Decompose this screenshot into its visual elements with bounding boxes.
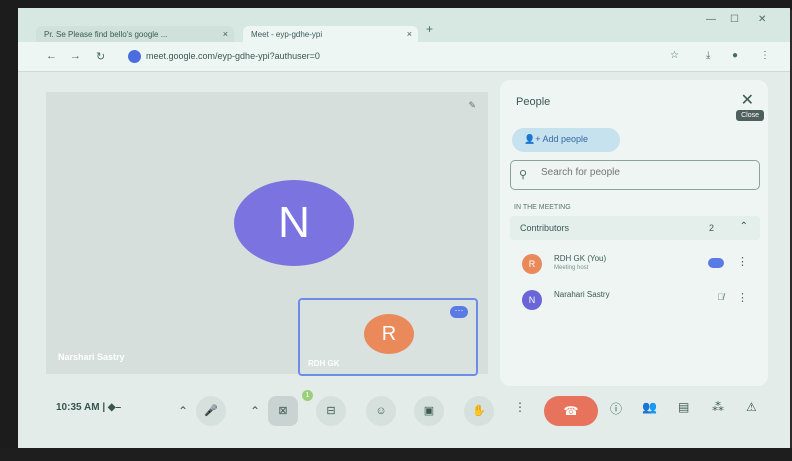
meeting-code-icon: ◆– xyxy=(107,402,122,413)
chevron-up-icon[interactable]: ⌃ xyxy=(740,221,748,232)
present-screen-icon: ▣ xyxy=(423,405,435,417)
captions-button[interactable]: ⊟ xyxy=(316,396,346,426)
forward-icon[interactable]: → xyxy=(70,50,81,62)
browser-window: Pr. Se Please find bello's google ... × … xyxy=(18,8,790,448)
site-info-icon[interactable] xyxy=(128,50,141,63)
contributors-count: 2 xyxy=(708,223,714,233)
person-role: Meeting host xyxy=(554,265,589,271)
camera-off-icon: ⊠ xyxy=(278,405,288,417)
chevron-up-icon[interactable]: ⌃ xyxy=(178,404,188,418)
close-tooltip: Close xyxy=(736,110,764,121)
info-icon[interactable]: ⓘ xyxy=(610,400,622,417)
chevron-up-icon[interactable]: ⌃ xyxy=(250,404,260,418)
search-input[interactable] xyxy=(541,167,741,178)
raise-hand-button[interactable]: ✋ xyxy=(464,396,494,426)
speaking-indicator-icon xyxy=(708,258,724,268)
meet-app: ✎ N Narshari Sastry ··· R RDH GK People … xyxy=(18,72,790,448)
person-name: Narahari Sastry xyxy=(554,290,610,299)
hand-icon: ✋ xyxy=(472,405,486,417)
back-icon[interactable]: ← xyxy=(46,50,57,62)
notification-badge: 1 xyxy=(302,390,313,401)
more-options-icon[interactable]: ⋮ xyxy=(737,255,748,268)
more-options-icon[interactable]: ··· xyxy=(450,306,468,318)
emoji-icon: ☺ xyxy=(375,405,387,417)
search-icon: ⚲ xyxy=(519,169,528,181)
contributors-header[interactable]: Contributors 2 ⌃ xyxy=(510,216,760,240)
avatar: N xyxy=(522,290,542,310)
meeting-controls-bar: 10:35 AM | ◆– ⌃ 🎤 ⌃ ⊠ 1 ⊟ ☺ ▣ ✋ ⋮ ☎ ⓘ 👥 … xyxy=(18,388,790,438)
os-taskbar xyxy=(0,448,792,461)
separator: | xyxy=(102,402,106,413)
reactions-button[interactable]: ☺ xyxy=(366,396,396,426)
close-icon[interactable]: × xyxy=(407,29,412,39)
avatar: R xyxy=(364,314,414,354)
participant-name: RDH GK xyxy=(308,359,340,368)
add-person-icon: 👤+ xyxy=(524,134,543,144)
tab-label: Meet - eyp-gdhe-ypi xyxy=(251,30,323,39)
add-people-button[interactable]: 👤+ Add people xyxy=(512,128,620,152)
phone-hangup-icon: ☎ xyxy=(563,404,579,418)
people-icon[interactable]: 👥 xyxy=(642,400,657,414)
monitor-bezel-left xyxy=(0,0,18,461)
bookmark-star-icon[interactable]: ☆ xyxy=(670,50,679,61)
video-stage: ✎ N Narshari Sastry ··· R RDH GK xyxy=(46,92,488,376)
microphone-icon: 🎤 xyxy=(204,405,218,417)
present-button[interactable]: ▣ xyxy=(414,396,444,426)
avatar: R xyxy=(522,254,542,274)
close-window-icon[interactable]: ✕ xyxy=(758,14,766,25)
tab-bar: Pr. Se Please find bello's google ... × … xyxy=(18,8,790,44)
more-options-icon[interactable]: ⋮ xyxy=(737,291,748,304)
search-box[interactable]: ⚲ xyxy=(510,160,760,190)
person-name: RDH GK (You) xyxy=(554,254,607,263)
camera-off-button[interactable]: ⊠ xyxy=(268,396,298,426)
close-icon[interactable]: × xyxy=(223,29,228,39)
contributors-label: Contributors xyxy=(520,223,570,233)
captions-icon: ⊟ xyxy=(326,405,336,417)
pin-icon[interactable]: ✎ xyxy=(468,100,476,111)
reload-icon[interactable]: ↻ xyxy=(96,50,105,63)
url-text: meet.google.com/eyp-gdhe-ypi?authuser=0 xyxy=(146,51,320,61)
download-icon[interactable]: ⤓ xyxy=(706,50,710,61)
more-options-icon[interactable]: ⋮ xyxy=(514,400,526,414)
list-item: N Narahari Sastry 🎙̸ ⋮ xyxy=(510,282,760,318)
maximize-icon[interactable]: ☐ xyxy=(730,14,739,25)
plus-icon[interactable]: + xyxy=(426,22,433,36)
url-field[interactable]: meet.google.com/eyp-gdhe-ypi?authuser=0 xyxy=(128,48,648,66)
participant-name: Narshari Sastry xyxy=(58,352,125,362)
microphone-button[interactable]: 🎤 xyxy=(196,396,226,426)
list-item: R RDH GK (You) Meeting host ⋮ xyxy=(510,246,760,282)
profile-icon[interactable]: ● xyxy=(732,50,738,61)
host-controls-icon[interactable]: ⚠ xyxy=(746,400,757,414)
panel-title: People xyxy=(516,96,551,108)
minimize-icon[interactable]: — xyxy=(706,14,716,25)
avatar: N xyxy=(234,180,354,266)
close-icon[interactable]: ✕ xyxy=(741,90,754,110)
mic-off-icon: 🎙̸ xyxy=(717,292,724,302)
menu-kebab-icon[interactable]: ⋮ xyxy=(760,50,770,61)
address-bar: ← → ↻ meet.google.com/eyp-gdhe-ypi?authu… xyxy=(18,42,790,72)
meeting-time: 10:35 AM | ◆– xyxy=(56,402,121,413)
people-panel: People ✕ Close 👤+ Add people ⚲ IN THE ME… xyxy=(500,80,768,386)
tab-label: Pr. Se Please find bello's google ... xyxy=(44,30,168,39)
self-video-tile[interactable]: ··· R RDH GK xyxy=(298,298,478,376)
leave-call-button[interactable]: ☎ xyxy=(544,396,598,426)
activities-icon[interactable]: ⁂ xyxy=(712,400,724,414)
time-text: 10:35 AM xyxy=(56,402,100,413)
section-label: IN THE MEETING xyxy=(514,204,571,211)
chat-icon[interactable]: ▤ xyxy=(678,400,689,414)
add-people-label: Add people xyxy=(542,134,589,144)
